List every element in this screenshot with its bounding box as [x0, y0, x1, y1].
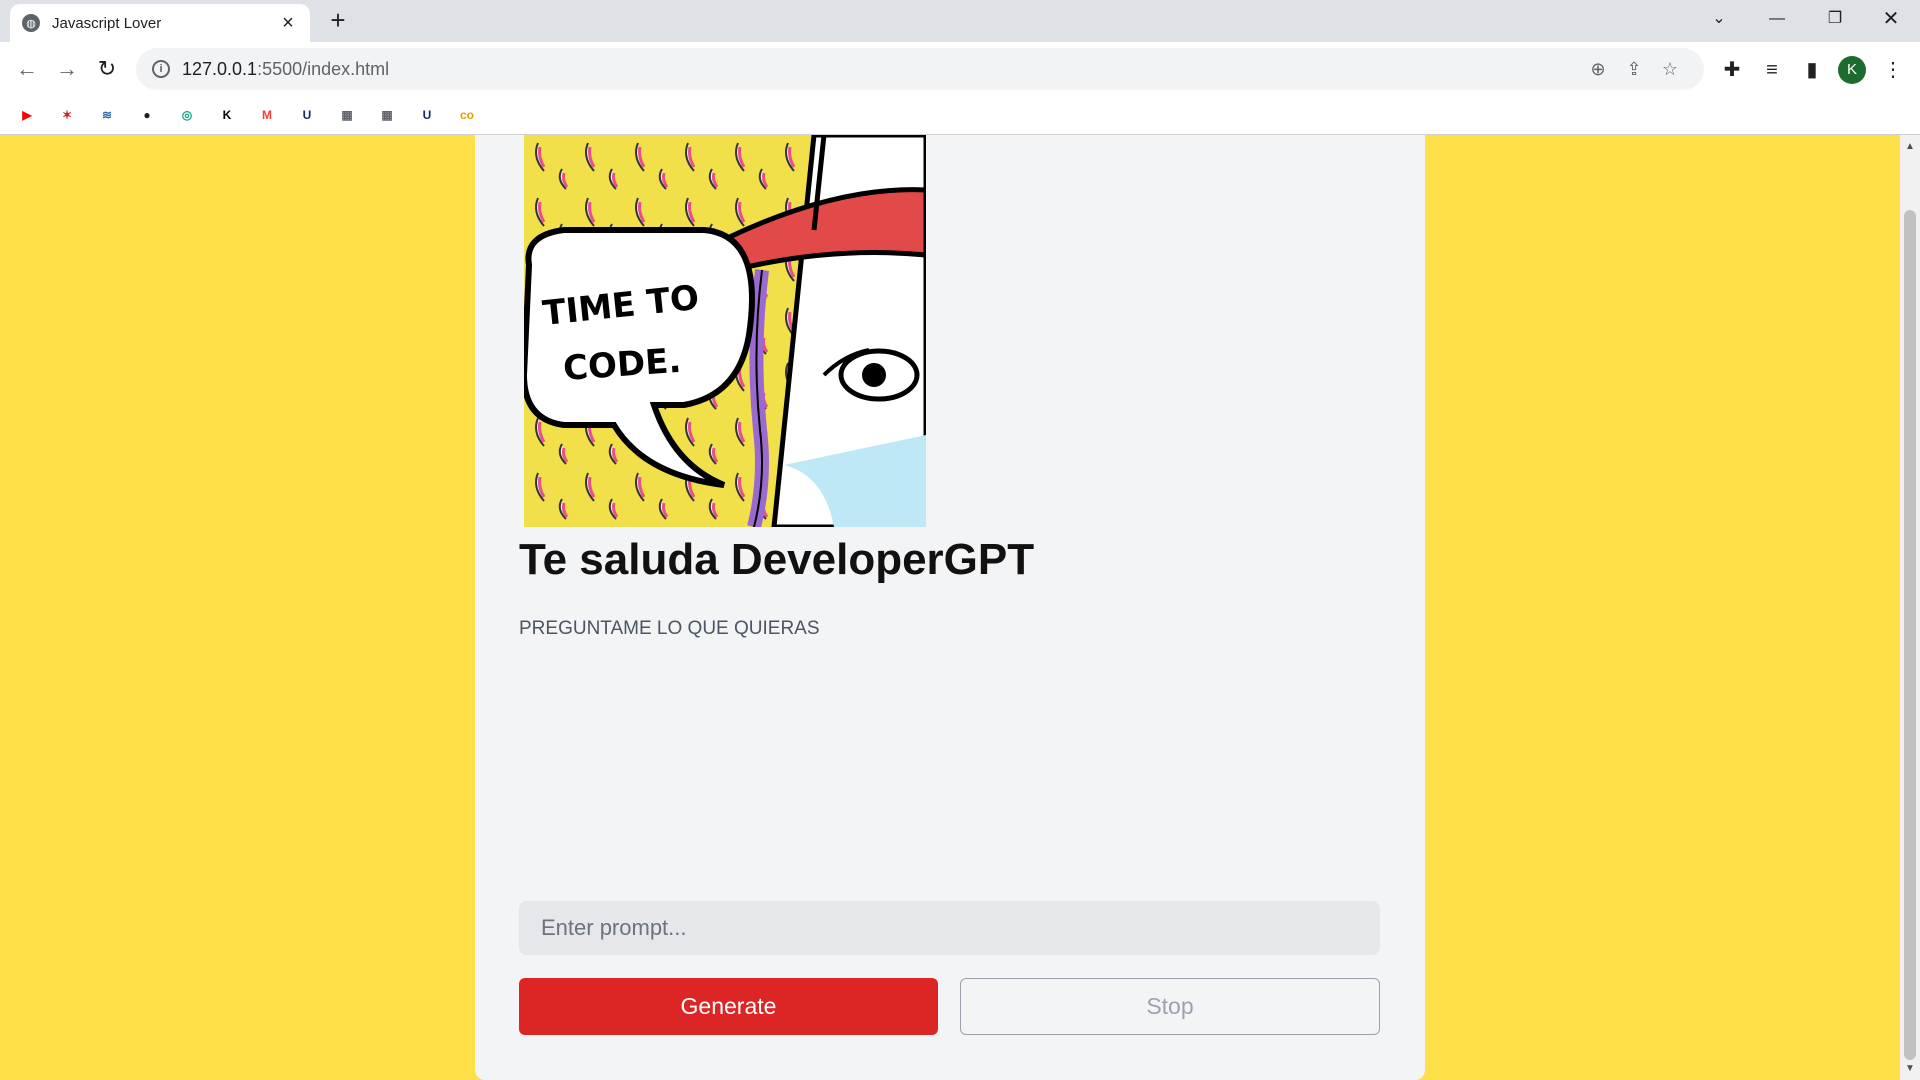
- stack-icon[interactable]: ≋: [96, 104, 118, 126]
- speech-bubble-text-2: CODE.: [562, 341, 683, 389]
- globe-icon: ◍: [22, 14, 40, 32]
- forward-button[interactable]: →: [52, 54, 82, 84]
- browser-toolbar: ← → ↻ i 127.0.0.1:5500/index.html ⊕ ⇪ ☆ …: [0, 42, 1920, 96]
- bookmark-star-icon[interactable]: ☆: [1652, 51, 1688, 87]
- gmail-icon[interactable]: M: [256, 104, 278, 126]
- main-card: TIME TO CODE. Te saluda DeveloperGPT PRE…: [475, 135, 1425, 1080]
- figure-icon[interactable]: ✶: [56, 104, 78, 126]
- restore-button[interactable]: ❐: [1806, 0, 1864, 38]
- co-icon[interactable]: co: [456, 104, 478, 126]
- new-tab-button[interactable]: +: [324, 6, 352, 34]
- scrollbar-thumb[interactable]: [1904, 210, 1916, 1060]
- scroll-up-arrow-icon[interactable]: ▲: [1904, 141, 1916, 153]
- tab-strip: ◍ Javascript Lover × + ⌄ — ❐ ✕: [0, 0, 1920, 42]
- share-icon[interactable]: ⇪: [1616, 51, 1652, 87]
- minimize-button[interactable]: —: [1748, 0, 1806, 38]
- browser-chrome: ◍ Javascript Lover × + ⌄ — ❐ ✕ ← → ↻ i 1…: [0, 0, 1920, 135]
- profile-avatar[interactable]: K: [1838, 56, 1866, 84]
- url-path: :5500/index.html: [257, 58, 390, 79]
- extensions-icon[interactable]: ✚: [1714, 52, 1750, 88]
- k-icon[interactable]: K: [216, 104, 238, 126]
- hero-image: TIME TO CODE.: [524, 135, 926, 527]
- chatgpt-icon[interactable]: ◎: [176, 104, 198, 126]
- page-viewport: TIME TO CODE. Te saluda DeveloperGPT PRE…: [0, 135, 1900, 1080]
- address-bar[interactable]: i 127.0.0.1:5500/index.html ⊕ ⇪ ☆: [136, 48, 1704, 90]
- zoom-icon[interactable]: ⊕: [1580, 51, 1616, 87]
- reload-button[interactable]: ↻: [92, 54, 122, 84]
- dark-circle-icon[interactable]: ●: [136, 104, 158, 126]
- menu-kebab-icon[interactable]: ⋮: [1875, 52, 1911, 88]
- close-tab-icon[interactable]: ×: [278, 13, 298, 33]
- generate-button[interactable]: Generate: [519, 978, 938, 1035]
- url-text[interactable]: 127.0.0.1:5500/index.html: [182, 59, 1580, 80]
- bookmarks-bar: ▶ ✶ ≋ ● ◎ K M U ▦ ▦ Uco: [0, 96, 1920, 135]
- image-icon[interactable]: ▦: [336, 104, 358, 126]
- page-title: Te saluda DeveloperGPT: [519, 535, 1035, 584]
- u-icon[interactable]: U: [296, 104, 318, 126]
- back-button[interactable]: ←: [12, 54, 42, 84]
- browser-tab[interactable]: ◍ Javascript Lover ×: [10, 4, 310, 42]
- comic-illustration: TIME TO CODE.: [524, 135, 926, 527]
- youtube-icon[interactable]: ▶: [16, 104, 38, 126]
- tab-search-chevron-icon[interactable]: ⌄: [1690, 0, 1748, 38]
- stop-button[interactable]: Stop: [960, 978, 1380, 1035]
- side-panel-icon[interactable]: ▮: [1794, 52, 1830, 88]
- site-info-icon[interactable]: i: [152, 60, 170, 78]
- image-icon[interactable]: ▦: [376, 104, 398, 126]
- vertical-scrollbar[interactable]: ▲ ▼: [1900, 135, 1920, 1080]
- tab-title: Javascript Lover: [52, 14, 162, 32]
- url-host: 127.0.0.1: [182, 58, 258, 79]
- u-icon[interactable]: U: [416, 104, 438, 126]
- prompt-input[interactable]: [519, 901, 1380, 955]
- scroll-down-arrow-icon[interactable]: ▼: [1904, 1063, 1916, 1075]
- media-control-icon[interactable]: ≡: [1754, 52, 1790, 88]
- page-subtitle: PREGUNTAME LO QUE QUIERAS: [519, 618, 820, 639]
- close-window-button[interactable]: ✕: [1862, 0, 1920, 38]
